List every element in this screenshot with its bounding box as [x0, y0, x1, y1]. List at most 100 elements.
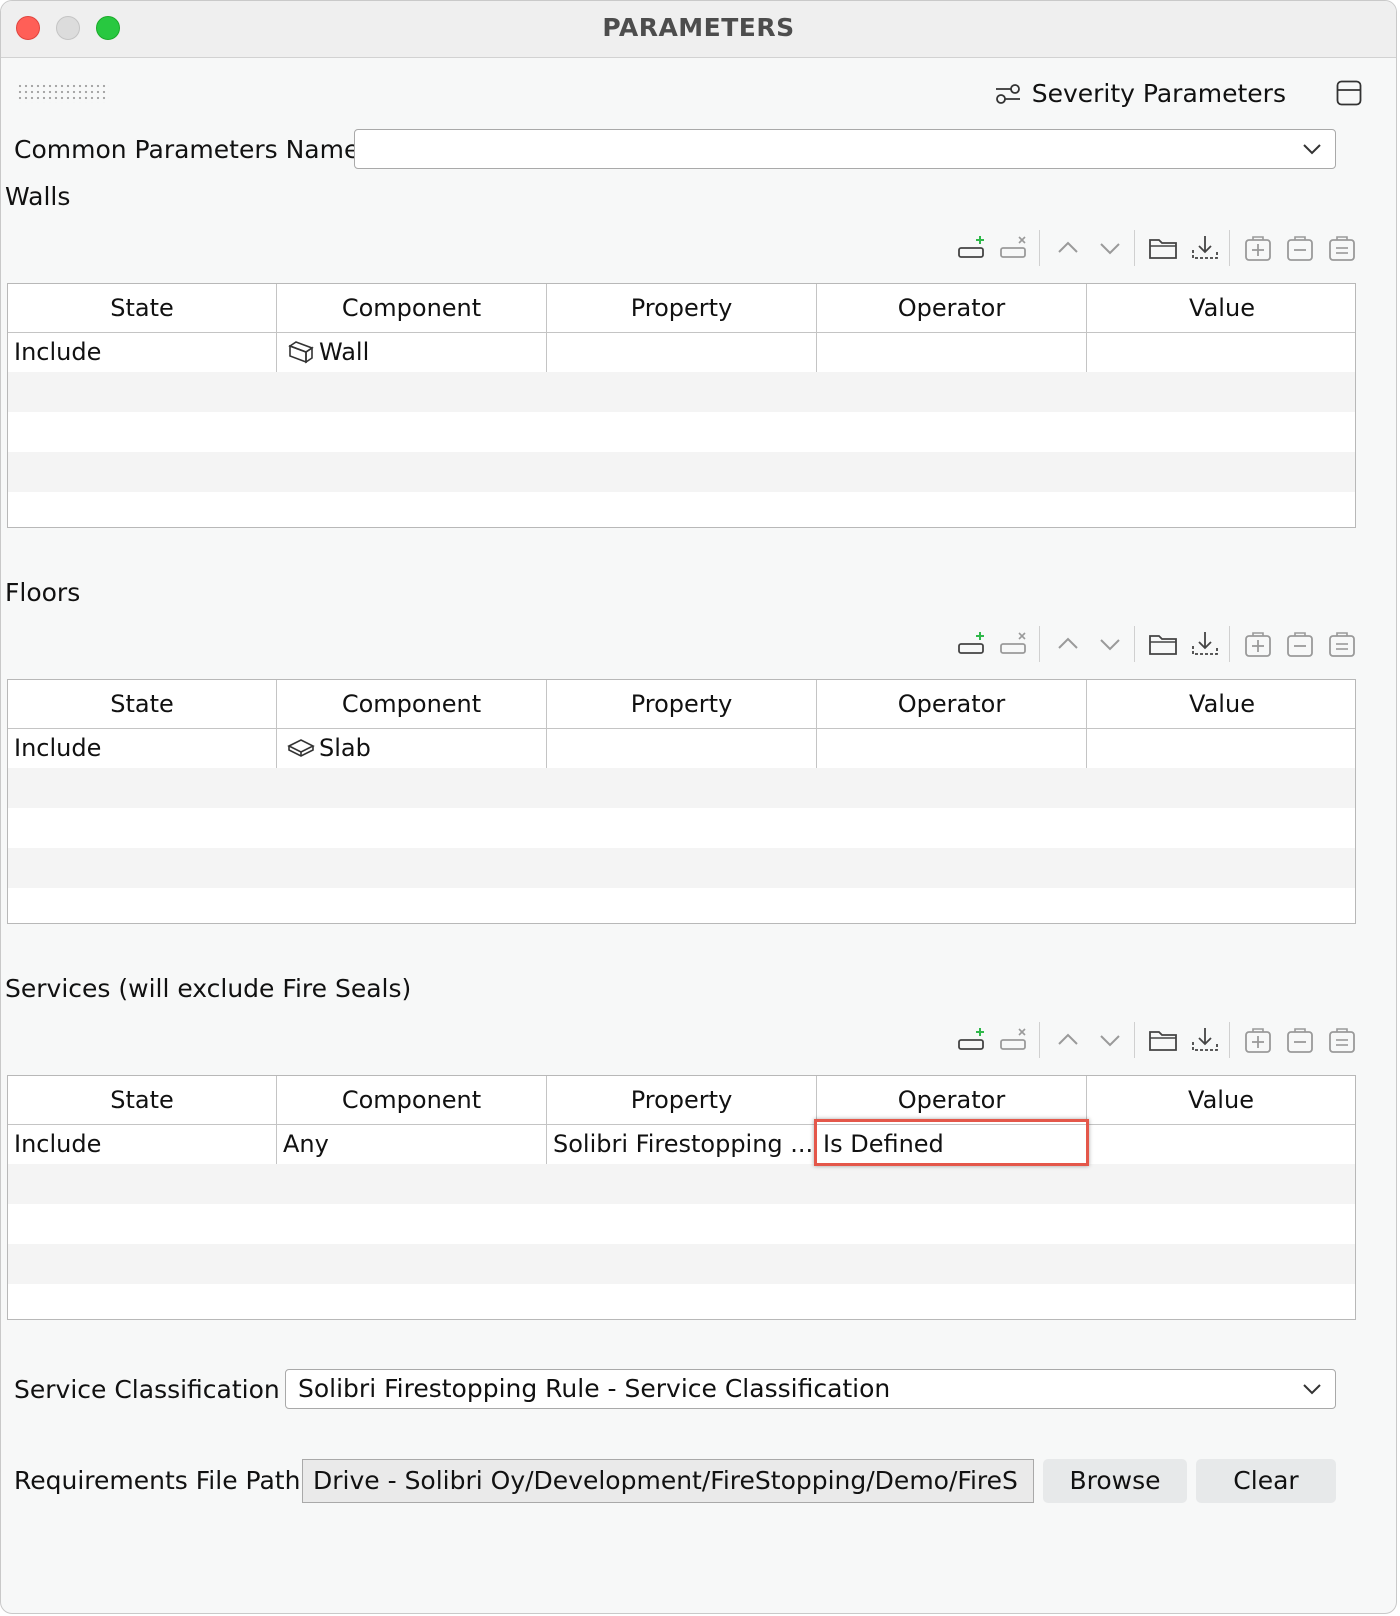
column-header-operator[interactable]: Operator — [817, 284, 1087, 332]
column-header-component[interactable]: Component — [277, 1076, 547, 1124]
toolbar-separator — [1039, 1022, 1040, 1058]
sliders-icon — [995, 83, 1020, 104]
walls-table[interactable]: State Component Property Operator Value … — [7, 283, 1356, 528]
cell-component-label: Slab — [319, 734, 371, 762]
common-parameters-combo[interactable] — [354, 129, 1336, 169]
column-header-value[interactable]: Value — [1087, 680, 1355, 728]
column-header-component[interactable]: Component — [277, 284, 547, 332]
empty-row — [8, 1164, 1355, 1204]
move-down-icon[interactable] — [1093, 230, 1127, 266]
column-header-state[interactable]: State — [8, 1076, 277, 1124]
add-row-icon[interactable] — [956, 626, 990, 662]
cell-property[interactable] — [547, 728, 817, 768]
column-header-value[interactable]: Value — [1087, 1076, 1355, 1124]
toolbar-separator — [1229, 230, 1230, 266]
chevron-down-icon — [1303, 1384, 1321, 1395]
empty-row — [8, 768, 1355, 808]
cell-component-label: Wall — [319, 338, 370, 366]
table-row[interactable]: Include Any Solibri Firestopping ... Is … — [8, 1124, 1355, 1164]
cell-value[interactable] — [1087, 728, 1355, 768]
title-bar: PARAMETERS — [1, 1, 1396, 58]
delete-item-icon[interactable] — [1325, 1022, 1359, 1058]
add-row-icon[interactable] — [956, 230, 990, 266]
edit-item-icon[interactable] — [1283, 1022, 1317, 1058]
cell-state[interactable]: Include — [8, 1124, 277, 1164]
remove-row-icon[interactable] — [998, 1022, 1032, 1058]
floors-toolbar — [956, 626, 1386, 666]
table-row[interactable]: Include Wall — [8, 332, 1355, 372]
browse-button[interactable]: Browse — [1043, 1459, 1187, 1503]
floors-section-title: Floors — [5, 578, 81, 607]
empty-row — [8, 808, 1355, 848]
edit-item-icon[interactable] — [1283, 626, 1317, 662]
cell-state[interactable]: Include — [8, 728, 277, 768]
drag-grip-handle[interactable] — [17, 83, 109, 103]
cell-state[interactable]: Include — [8, 332, 277, 372]
empty-row — [8, 412, 1355, 452]
edit-item-icon[interactable] — [1283, 230, 1317, 266]
delete-item-icon[interactable] — [1325, 230, 1359, 266]
table-header: State Component Property Operator Value — [8, 1076, 1355, 1125]
move-down-icon[interactable] — [1093, 626, 1127, 662]
column-header-operator[interactable]: Operator — [817, 680, 1087, 728]
cell-operator[interactable] — [817, 728, 1087, 768]
column-header-component[interactable]: Component — [277, 680, 547, 728]
window-title: PARAMETERS — [602, 13, 795, 42]
requirements-file-path-field[interactable]: Drive - Solibri Oy/Development/FireStopp… — [302, 1459, 1034, 1503]
cell-property[interactable] — [547, 332, 817, 372]
services-toolbar — [956, 1022, 1386, 1062]
empty-row — [8, 452, 1355, 492]
download-icon[interactable] — [1188, 1022, 1222, 1058]
severity-parameters-button[interactable]: Severity Parameters — [994, 79, 1286, 108]
add-item-icon[interactable] — [1241, 230, 1275, 266]
move-up-icon[interactable] — [1051, 626, 1085, 662]
walls-section-title: Walls — [5, 182, 71, 211]
column-header-operator[interactable]: Operator — [817, 1076, 1087, 1124]
table-header: State Component Property Operator Value — [8, 284, 1355, 333]
service-classification-value: Solibri Firestopping Rule - Service Clas… — [298, 1374, 891, 1403]
column-header-property[interactable]: Property — [547, 680, 817, 728]
cell-component[interactable]: Slab — [277, 728, 547, 768]
cell-value[interactable] — [1087, 332, 1355, 372]
wall-icon — [288, 341, 314, 364]
cell-component[interactable]: Wall — [277, 332, 547, 372]
cell-value[interactable] — [1087, 1124, 1355, 1164]
open-folder-icon[interactable] — [1146, 1022, 1180, 1058]
open-folder-icon[interactable] — [1146, 626, 1180, 662]
download-icon[interactable] — [1188, 230, 1222, 266]
toolbar-separator — [1134, 626, 1135, 662]
column-header-property[interactable]: Property — [547, 284, 817, 332]
column-header-state[interactable]: State — [8, 284, 277, 332]
add-row-icon[interactable] — [956, 1022, 990, 1058]
remove-row-icon[interactable] — [998, 230, 1032, 266]
column-header-state[interactable]: State — [8, 680, 277, 728]
remove-row-icon[interactable] — [998, 626, 1032, 662]
operator-cell-highlight — [814, 1119, 1089, 1166]
download-icon[interactable] — [1188, 626, 1222, 662]
open-folder-icon[interactable] — [1146, 230, 1180, 266]
column-header-property[interactable]: Property — [547, 1076, 817, 1124]
services-table[interactable]: State Component Property Operator Value … — [7, 1075, 1356, 1320]
delete-item-icon[interactable] — [1325, 626, 1359, 662]
add-item-icon[interactable] — [1241, 626, 1275, 662]
cell-component[interactable]: Any — [277, 1124, 547, 1164]
chevron-down-icon — [1303, 144, 1321, 155]
add-item-icon[interactable] — [1241, 1022, 1275, 1058]
toolbar-separator — [1134, 1022, 1135, 1058]
column-header-value[interactable]: Value — [1087, 284, 1355, 332]
move-down-icon[interactable] — [1093, 1022, 1127, 1058]
floors-table[interactable]: State Component Property Operator Value … — [7, 679, 1356, 924]
cell-operator[interactable] — [817, 332, 1087, 372]
service-classification-combo[interactable]: Solibri Firestopping Rule - Service Clas… — [285, 1369, 1336, 1409]
severity-parameters-label: Severity Parameters — [1031, 79, 1286, 108]
move-up-icon[interactable] — [1051, 1022, 1085, 1058]
services-section-title: Services (will exclude Fire Seals) — [5, 974, 412, 1003]
cell-property[interactable]: Solibri Firestopping ... — [547, 1124, 817, 1164]
clear-button[interactable]: Clear — [1196, 1459, 1336, 1503]
parameters-window: PARAMETERS Severity Parameters Common Pa… — [0, 0, 1397, 1614]
table-row[interactable]: Include Slab — [8, 728, 1355, 768]
empty-row — [8, 1204, 1355, 1244]
move-up-icon[interactable] — [1051, 230, 1085, 266]
panel-toggle-icon[interactable] — [1336, 80, 1362, 106]
empty-row — [8, 848, 1355, 888]
